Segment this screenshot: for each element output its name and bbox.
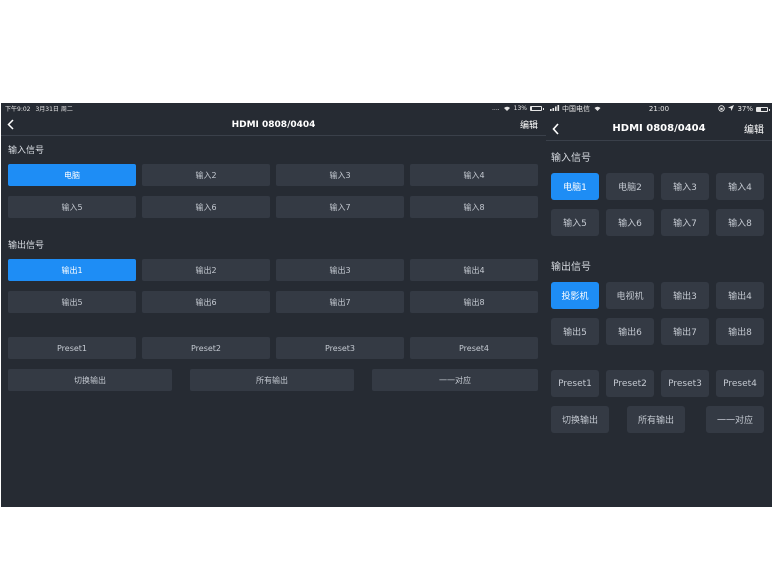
input-button-6[interactable]: 输入6 [606, 209, 654, 236]
input-button-7[interactable]: 输入7 [661, 209, 709, 236]
output-button-6[interactable]: 输出6 [142, 291, 270, 313]
one-to-one-button[interactable]: 一一对应 [372, 369, 538, 391]
preset-button-3[interactable]: Preset3 [661, 370, 709, 397]
output-button-5[interactable]: 输出5 [8, 291, 136, 313]
output-button-1[interactable]: 投影机 [551, 282, 599, 309]
output-button-7[interactable]: 输出7 [661, 318, 709, 345]
switch-output-button[interactable]: 切换输出 [8, 369, 172, 391]
output-button-8[interactable]: 输出8 [410, 291, 538, 313]
output-button-5[interactable]: 输出5 [551, 318, 599, 345]
one-to-one-button[interactable]: 一一对应 [706, 406, 764, 433]
battery-percent: 37% [737, 105, 753, 113]
input-button-5[interactable]: 输入5 [8, 196, 136, 218]
status-bar: 下午9:02 3月31日 周二 .... 13% [1, 103, 546, 114]
input-button-8[interactable]: 输入8 [410, 196, 538, 218]
input-button-3[interactable]: 输入3 [661, 173, 709, 200]
input-section-title: 输入信号 [8, 146, 45, 156]
input-button-2[interactable]: 电脑2 [606, 173, 654, 200]
output-button-6[interactable]: 输出6 [606, 318, 654, 345]
page-title: HDMI 0808/0404 [231, 119, 316, 130]
all-outputs-button[interactable]: 所有输出 [190, 369, 354, 391]
preset-button-4[interactable]: Preset4 [410, 337, 538, 359]
chevron-left-icon [7, 119, 14, 130]
preset-button-2[interactable]: Preset2 [142, 337, 270, 359]
output-section-title: 输出信号 [8, 241, 45, 251]
battery-percent: 13% [513, 105, 527, 112]
input-button-5[interactable]: 输入5 [551, 209, 599, 236]
input-section-title: 输入信号 [551, 153, 591, 164]
output-button-7[interactable]: 输出7 [276, 291, 404, 313]
input-button-2[interactable]: 输入2 [142, 164, 270, 186]
carrier-name: 中国电信 [562, 105, 590, 113]
location-icon [728, 105, 735, 113]
tablet-screen: 下午9:02 3月31日 周二 .... 13% HDMI 0808/0404 … [1, 103, 546, 507]
preset-button-3[interactable]: Preset3 [276, 337, 404, 359]
edit-button[interactable]: 编辑 [520, 118, 538, 131]
output-button-2[interactable]: 输出2 [142, 259, 270, 281]
wifi-icon [593, 105, 602, 113]
battery-icon [756, 106, 770, 112]
all-outputs-button[interactable]: 所有输出 [627, 406, 685, 433]
preset-button-4[interactable]: Preset4 [716, 370, 764, 397]
preset-button-2[interactable]: Preset2 [606, 370, 654, 397]
back-button[interactable] [7, 119, 14, 130]
output-button-4[interactable]: 输出4 [410, 259, 538, 281]
status-bar: 中国电信 21:00 37% [546, 103, 772, 115]
input-button-8[interactable]: 输入8 [716, 209, 764, 236]
wifi-icon [503, 105, 511, 113]
output-button-4[interactable]: 输出4 [716, 282, 764, 309]
input-button-1[interactable]: 电脑1 [551, 173, 599, 200]
input-button-4[interactable]: 输入4 [716, 173, 764, 200]
phone-screen: 中国电信 21:00 37% HDMI 0808/0404 编辑 输入信号 电脑… [546, 103, 772, 507]
output-button-3[interactable]: 输出3 [276, 259, 404, 281]
navigation-bar: HDMI 0808/0404 编辑 [1, 114, 546, 136]
preset-button-1[interactable]: Preset1 [8, 337, 136, 359]
battery-icon [530, 106, 544, 111]
cellular-signal-icon [550, 105, 560, 113]
signal-dots: .... [492, 105, 500, 112]
input-button-4[interactable]: 输入4 [410, 164, 538, 186]
input-button-1[interactable]: 电脑 [8, 164, 136, 186]
chevron-left-icon [552, 122, 559, 135]
orientation-lock-icon [718, 104, 726, 114]
output-button-3[interactable]: 输出3 [661, 282, 709, 309]
back-button[interactable] [552, 122, 559, 135]
output-button-1[interactable]: 输出1 [8, 259, 136, 281]
edit-button[interactable]: 编辑 [744, 121, 764, 136]
input-button-7[interactable]: 输入7 [276, 196, 404, 218]
preset-button-1[interactable]: Preset1 [551, 370, 599, 397]
input-button-6[interactable]: 输入6 [142, 196, 270, 218]
output-button-8[interactable]: 输出8 [716, 318, 764, 345]
output-section-title: 输出信号 [551, 262, 591, 273]
page-title: HDMI 0808/0404 [612, 123, 706, 134]
output-button-2[interactable]: 电视机 [606, 282, 654, 309]
status-date: 3月31日 周二 [35, 106, 73, 113]
navigation-bar: HDMI 0808/0404 编辑 [546, 117, 772, 141]
status-time: 下午9:02 [5, 106, 31, 113]
input-button-3[interactable]: 输入3 [276, 164, 404, 186]
switch-output-button[interactable]: 切换输出 [551, 406, 609, 433]
